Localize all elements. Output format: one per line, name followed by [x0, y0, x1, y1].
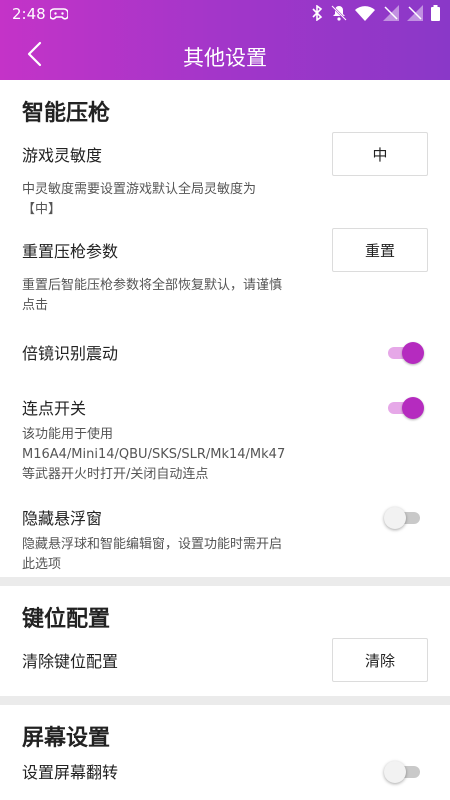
section-divider — [0, 577, 450, 586]
settings-content[interactable]: 智能压枪 游戏灵敏度 中 中灵敏度需要设置游戏默认全局灵敏度为【中】 重置压枪参… — [0, 80, 450, 800]
screen-flip-toggle[interactable] — [384, 760, 424, 783]
smart-recoil-section: 智能压枪 游戏灵敏度 中 中灵敏度需要设置游戏默认全局灵敏度为【中】 重置压枪参… — [0, 80, 450, 577]
signal-sim2-icon — [407, 5, 423, 25]
sensitivity-note: 中灵敏度需要设置游戏默认全局灵敏度为【中】 — [22, 182, 257, 217]
clear-keymap-label: 清除键位配置 — [22, 652, 119, 671]
burst-fire-toggle[interactable] — [386, 396, 424, 419]
sensitivity-select-button[interactable]: 中 — [332, 132, 428, 176]
status-bar: 2:48 — [0, 0, 450, 28]
reset-note: 重置后智能压枪参数将全部恢复默认，请谨慎点击 — [22, 278, 283, 313]
notifications-off-icon — [331, 5, 347, 25]
keymap-section: 键位配置 清除键位配置 清除 — [0, 586, 450, 696]
section-title-smart-recoil: 智能压枪 — [22, 101, 111, 126]
wifi-icon — [355, 5, 375, 25]
battery-icon — [431, 5, 440, 25]
bluetooth-icon — [311, 4, 323, 25]
reset-recoil-label: 重置压枪参数 — [22, 242, 119, 261]
reset-button[interactable]: 重置 — [332, 228, 428, 272]
scope-vibration-toggle[interactable] — [386, 341, 424, 364]
scope-vibration-label: 倍镜识别震动 — [22, 344, 119, 363]
section-title-screen: 屏幕设置 — [22, 726, 111, 751]
screen-section: 屏幕设置 设置屏幕翻转 — [0, 705, 450, 800]
gamepad-icon — [49, 6, 69, 25]
page-title: 其他设置 — [183, 46, 267, 70]
section-divider — [0, 696, 450, 705]
burst-fire-label: 连点开关 — [22, 399, 87, 418]
clear-button[interactable]: 清除 — [332, 638, 428, 682]
signal-sim1-icon — [383, 5, 399, 25]
top-app-bar: 2:48 其他设置 — [0, 0, 450, 80]
section-title-keymap: 键位配置 — [22, 607, 111, 632]
nav-bar: 其他设置 — [0, 28, 450, 80]
screen-flip-label: 设置屏幕翻转 — [22, 763, 119, 782]
burst-fire-note: 该功能用于使用M16A4/Mini14/QBU/SKS/SLR/Mk14/Mk4… — [22, 427, 286, 482]
sensitivity-label: 游戏灵敏度 — [22, 146, 103, 165]
hide-float-toggle[interactable] — [384, 506, 424, 529]
hide-float-note: 隐藏悬浮球和智能编辑窗，设置功能时需开启此选项 — [22, 537, 283, 572]
status-time: 2:48 — [12, 5, 46, 23]
hide-float-label: 隐藏悬浮窗 — [22, 509, 103, 528]
